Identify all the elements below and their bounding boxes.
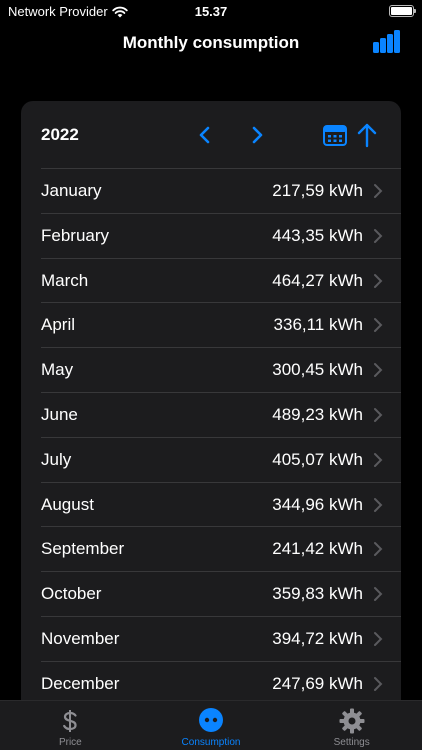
list-item[interactable]: March 464,27 kWh	[41, 257, 401, 303]
monthly-consumption-card: 2022 January 217,59 kWh February 443,35	[21, 101, 401, 721]
month-value: 443,35 kWh	[272, 225, 363, 245]
month-value: 247,69 kWh	[272, 673, 363, 693]
chevron-right-icon	[374, 542, 383, 557]
previous-year-button[interactable]	[191, 121, 219, 149]
month-value: 336,11 kWh	[273, 315, 363, 335]
status-time: 15.37	[194, 4, 228, 19]
month-name: November	[41, 628, 120, 648]
card-header: 2022	[21, 101, 401, 169]
tab-price[interactable]: Price	[0, 701, 141, 750]
list-item[interactable]: September 241,42 kWh	[41, 526, 401, 571]
month-name: July	[41, 449, 72, 469]
chevron-right-icon	[374, 452, 383, 467]
sort-arrow-up-icon[interactable]	[355, 121, 379, 149]
chevron-right-icon	[374, 676, 383, 691]
month-name: January	[41, 181, 102, 200]
list-item[interactable]: October 359,83 kWh	[41, 571, 401, 616]
plug-icon	[199, 708, 223, 732]
month-name: May	[41, 360, 74, 380]
gear-icon	[339, 708, 365, 734]
chevron-right-icon	[374, 631, 383, 646]
dollar-icon	[63, 710, 77, 732]
month-value: 464,27 kWh	[272, 270, 363, 290]
battery-icon	[389, 5, 416, 17]
month-name: March	[41, 270, 89, 290]
list-item[interactable]: July 405,07 kWh	[41, 436, 401, 482]
tab-price-label: Price	[58, 737, 82, 748]
list-item[interactable]: December 247,69 kWh	[41, 660, 401, 706]
bar-chart-icon[interactable]	[372, 30, 400, 54]
month-value: 405,07 kWh	[272, 449, 363, 469]
chevron-right-icon	[374, 318, 383, 333]
month-name: April	[41, 315, 76, 335]
chevron-right-icon	[374, 228, 383, 243]
chevron-right-icon	[374, 363, 383, 378]
year-label: 2022	[41, 125, 79, 144]
list-item[interactable]: February 443,35 kWh	[41, 212, 401, 258]
chevron-right-icon	[374, 497, 383, 512]
month-value: 359,83 kWh	[272, 584, 363, 604]
month-value: 241,42 kWh	[272, 539, 363, 559]
month-value: 489,23 kWh	[272, 404, 363, 424]
month-name: February	[41, 225, 110, 245]
list-item[interactable]: November 394,72 kWh	[41, 615, 401, 661]
tab-bar: Price Consumption Settings	[0, 700, 422, 750]
tab-settings[interactable]: Settings	[281, 701, 422, 750]
status-bar: Network Provider 15.37	[0, 0, 422, 22]
month-name: December	[41, 673, 120, 693]
month-value: 344,96 kWh	[272, 494, 363, 514]
list-item[interactable]: January 217,59 kWh	[41, 168, 401, 213]
tab-settings-label: Settings	[333, 737, 370, 748]
chevron-right-icon	[374, 184, 383, 198]
tab-consumption-label: Consumption	[181, 737, 241, 748]
chevron-right-icon	[374, 407, 383, 422]
tab-consumption[interactable]: Consumption	[141, 701, 282, 750]
list-item[interactable]: June 489,23 kWh	[41, 391, 401, 437]
month-value: 300,45 kWh	[272, 360, 363, 380]
month-name: August	[41, 494, 94, 514]
month-name: October	[41, 584, 102, 604]
month-name: September	[41, 539, 125, 559]
month-name: June	[41, 404, 78, 424]
next-year-button[interactable]	[243, 121, 271, 149]
list-item[interactable]: August 344,96 kWh	[41, 481, 401, 527]
page-title: Monthly consumption	[122, 33, 300, 52]
month-value: 394,72 kWh	[272, 628, 363, 648]
chevron-right-icon	[374, 273, 383, 288]
list-item[interactable]: May 300,45 kWh	[41, 347, 401, 392]
chevron-right-icon	[374, 587, 383, 602]
month-list: January 217,59 kWh February 443,35 kWh M…	[21, 168, 401, 706]
month-value: 217,59 kWh	[272, 181, 363, 200]
calendar-icon[interactable]	[321, 121, 349, 149]
list-item[interactable]: April 336,11 kWh	[41, 302, 401, 347]
